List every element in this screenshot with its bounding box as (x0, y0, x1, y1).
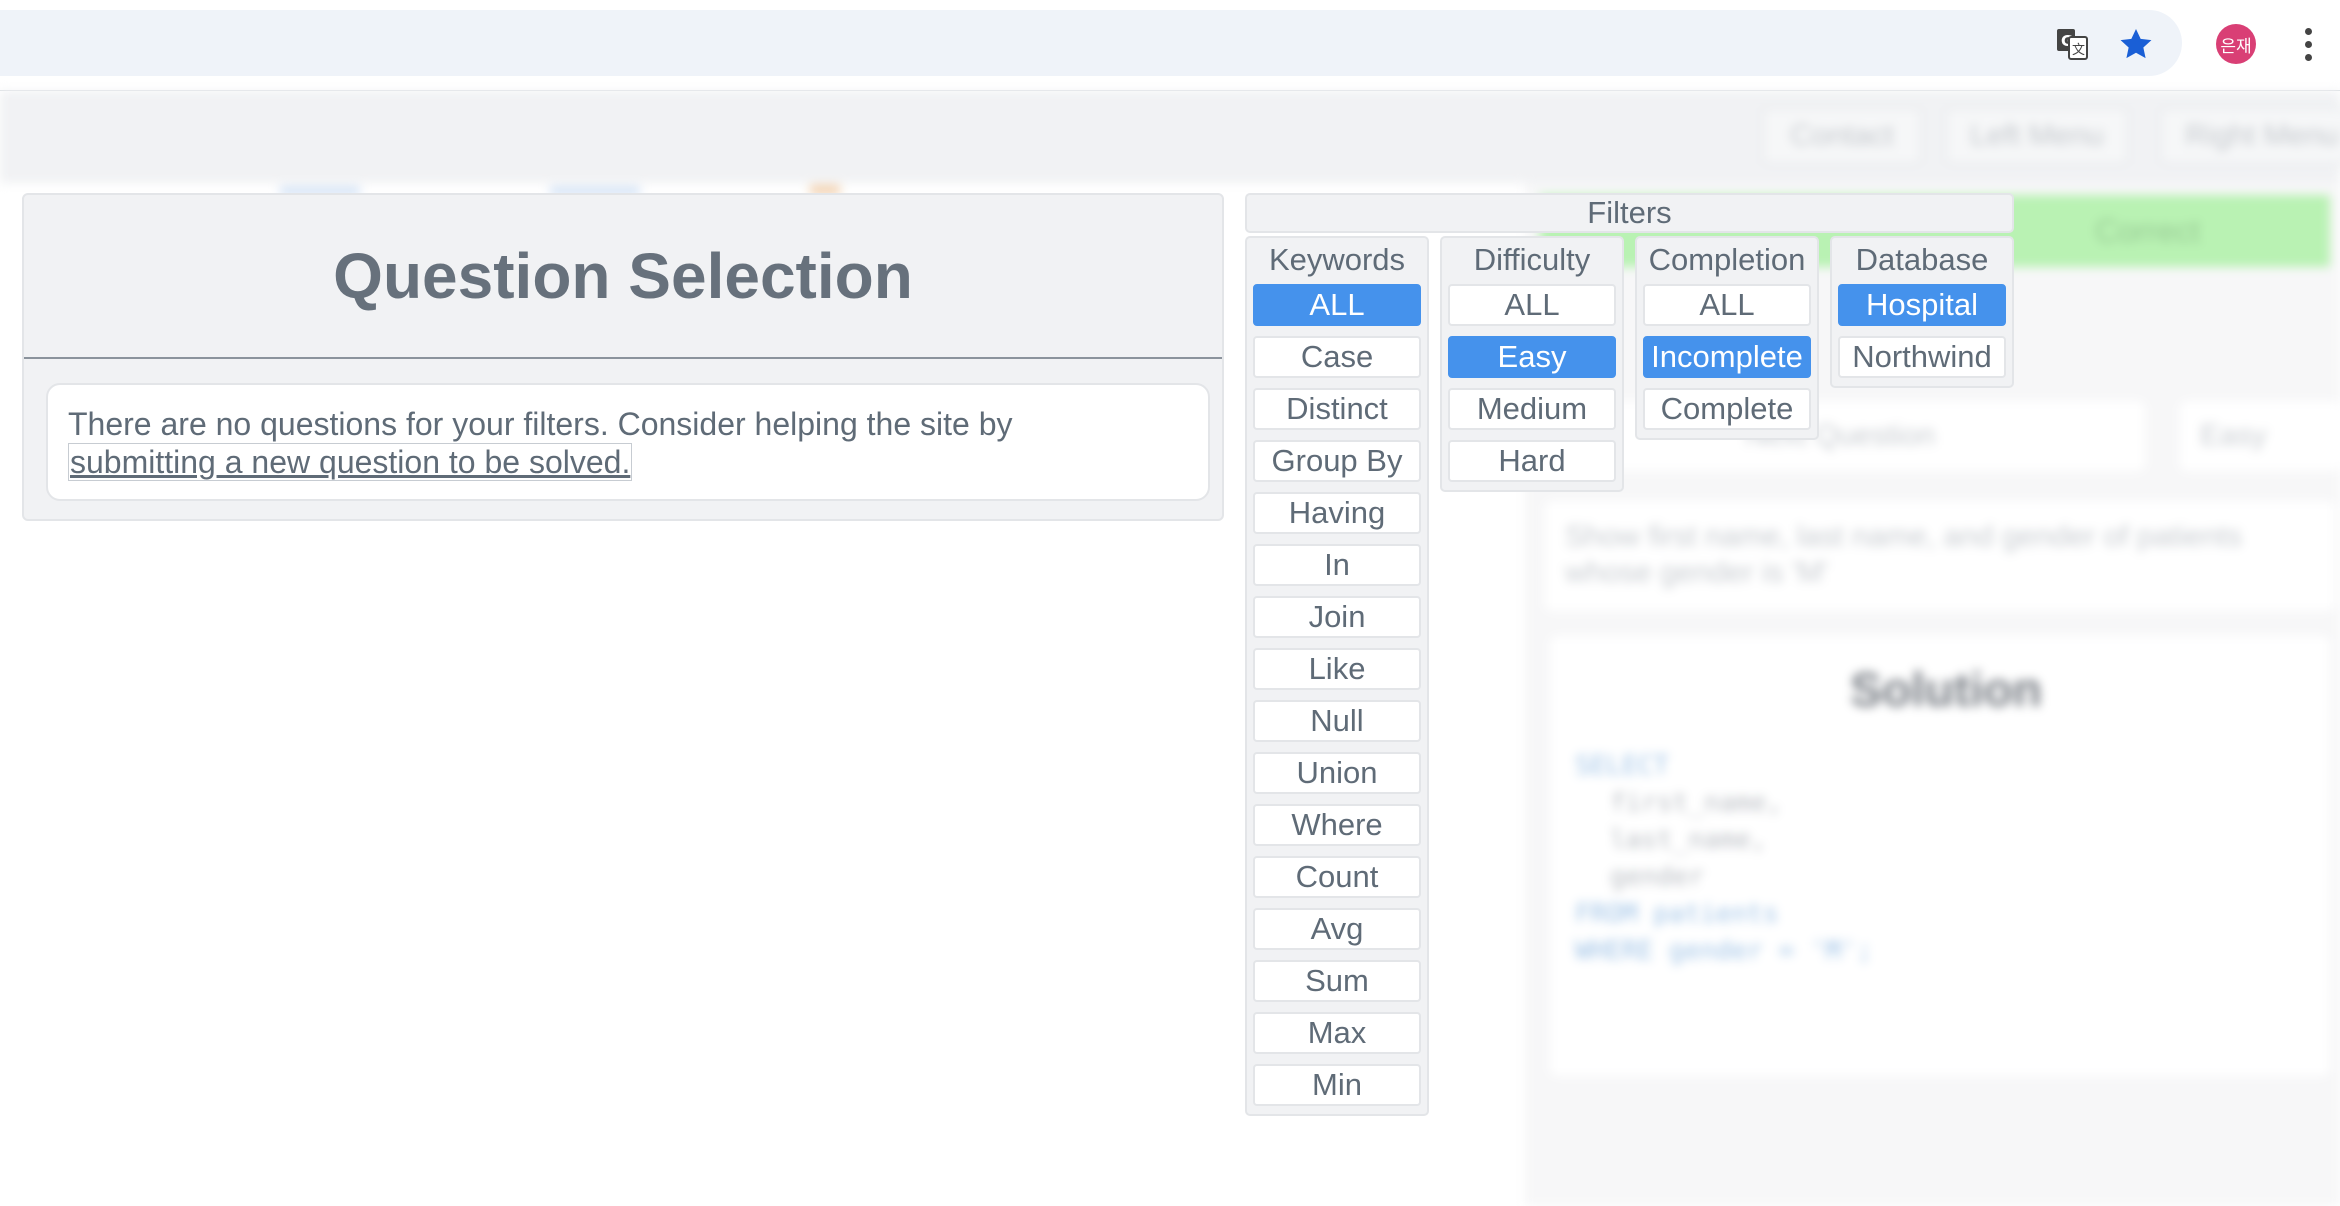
database-filter-option-hospital[interactable]: Hospital (1838, 284, 2006, 326)
keywords-filter-option-union[interactable]: Union (1253, 752, 1421, 794)
background-question-text: Show first name, last name, and gender o… (1565, 520, 2243, 589)
difficulty-filter-option-all[interactable]: ALL (1448, 284, 1616, 326)
background-nav-left-menu: Left Menu (1945, 107, 2129, 165)
completion-filter-title: Completion (1648, 242, 1806, 277)
background-solution-title: Solution (1850, 664, 2042, 717)
google-translate-icon[interactable]: G 文 (2052, 24, 2092, 64)
database-filter-option-northwind[interactable]: Northwind (1838, 336, 2006, 378)
background-code-line: WHERE gender = 'M'; (1575, 936, 1873, 966)
difficulty-filter-title: Difficulty (1473, 242, 1591, 277)
completion-filter-option-all[interactable]: ALL (1643, 284, 1811, 326)
submit-question-link[interactable]: submitting a new question to be solved. (68, 443, 633, 481)
keywords-filter-option-case[interactable]: Case (1253, 336, 1421, 378)
database-filter-group: Database Hospital Northwind (1830, 236, 2014, 388)
no-questions-message: There are no questions for your filters.… (46, 383, 1210, 501)
profile-avatar[interactable]: 은재 (2216, 24, 2256, 64)
difficulty-filter-option-hard[interactable]: Hard (1448, 440, 1616, 482)
background-code-line: last_name, (1610, 825, 1767, 855)
keywords-filter-option-where[interactable]: Where (1253, 804, 1421, 846)
keywords-filter-option-max[interactable]: Max (1253, 1012, 1421, 1054)
background-side-label: Easy (2200, 419, 2267, 452)
difficulty-filter-option-medium[interactable]: Medium (1448, 388, 1616, 430)
background-code-line: FROM patients (1575, 899, 1779, 929)
keywords-filter-title: Keywords (1268, 242, 1406, 277)
database-filter-title: Database (1855, 242, 1989, 277)
keywords-filter-option-join[interactable]: Join (1253, 596, 1421, 638)
keywords-filter-option-like[interactable]: Like (1253, 648, 1421, 690)
question-selection-panel: Question Selection There are no question… (22, 193, 1224, 521)
keywords-filter-group: Keywords ALL Case Distinct Group By Having In… (1245, 236, 1429, 1116)
keywords-filter-option-count[interactable]: Count (1253, 856, 1421, 898)
completion-filter-option-incomplete[interactable]: Incomplete (1643, 336, 1811, 378)
background-code-line: gender (1610, 862, 1704, 892)
completion-filter-option-complete[interactable]: Complete (1643, 388, 1811, 430)
browser-toolbar: G 文 은재 (0, 0, 2340, 91)
bookmark-star-icon[interactable] (2114, 22, 2158, 66)
kebab-menu-icon[interactable] (2294, 20, 2322, 68)
completion-filter-group: Completion ALL Incomplete Complete (1635, 236, 1819, 440)
background-nav-right-menu: Right Menu (2160, 107, 2340, 165)
background-nav: Contact Left Menu Right Menu (0, 91, 2340, 183)
keywords-filter-option-all[interactable]: ALL (1253, 284, 1421, 326)
keywords-filter-option-in[interactable]: In (1253, 544, 1421, 586)
background-side-card: Easy (2180, 401, 2340, 471)
keywords-filter-option-distinct[interactable]: Distinct (1253, 388, 1421, 430)
background-nav-contact: Contact (1762, 107, 1922, 165)
background-solution-card (1550, 636, 2330, 1076)
no-questions-text: There are no questions for your filters.… (68, 406, 1013, 442)
background-code-line: SELECT (1575, 751, 1669, 781)
keywords-filter-option-group-by[interactable]: Group By (1253, 440, 1421, 482)
background-question-card: Show first name, last name, and gender o… (1545, 501, 2335, 611)
difficulty-filter-option-easy[interactable]: Easy (1448, 336, 1616, 378)
keywords-filter-option-having[interactable]: Having (1253, 492, 1421, 534)
difficulty-filter-group: Difficulty ALL Easy Medium Hard (1440, 236, 1624, 492)
keywords-filter-option-avg[interactable]: Avg (1253, 908, 1421, 950)
address-bar[interactable] (0, 10, 2182, 76)
keywords-filter-option-min[interactable]: Min (1253, 1064, 1421, 1106)
background-code-line: first_name, (1610, 788, 1783, 818)
question-selection-title: Question Selection (24, 195, 1222, 359)
svg-text:文: 文 (2072, 43, 2085, 58)
keywords-filter-option-sum[interactable]: Sum (1253, 960, 1421, 1002)
keywords-filter-option-null[interactable]: Null (1253, 700, 1421, 742)
filters-header: Filters (1245, 193, 2014, 233)
